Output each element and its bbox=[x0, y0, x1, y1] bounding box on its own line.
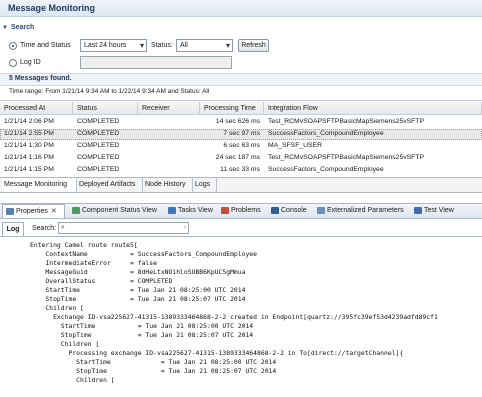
cell-processed-at: 1/21/14 2:55 PM bbox=[4, 130, 54, 137]
time-range-text: Time range: From 1/21/14 9:34 AM to 1/22… bbox=[9, 88, 210, 95]
page-title: Message Monitoring bbox=[8, 3, 96, 13]
tab-logs[interactable]: Logs bbox=[193, 178, 217, 192]
log-id-label: Log ID bbox=[20, 59, 41, 66]
cell-status: COMPLETED bbox=[77, 166, 120, 173]
monitoring-tabs: Message Monitoring Deployed Artifacts No… bbox=[0, 177, 482, 193]
cell-processing-time: 24 sec 187 ms bbox=[215, 154, 260, 161]
cell-processed-at: 1/21/14 1:15 PM bbox=[4, 166, 54, 173]
cell-integration-flow: SuccessFactors_CompoundEmployee bbox=[268, 130, 384, 137]
problems-icon bbox=[221, 206, 229, 214]
status-value: All bbox=[180, 42, 188, 49]
properties-icon bbox=[6, 207, 14, 215]
tab-console-label: Console bbox=[281, 207, 307, 214]
tab-component-status-label: Component Status View bbox=[82, 207, 157, 214]
log-line: Exchange ID-vsa225627-41315-138933346486… bbox=[30, 313, 438, 321]
cell-status: COMPLETED bbox=[77, 130, 120, 137]
log-line: StopTime = Tue Jan 21 08:25:07 UTC 2014 bbox=[30, 331, 254, 339]
tab-properties[interactable]: Properties ✕ bbox=[2, 204, 65, 218]
log-line: Processing exchange ID-vsa225627-41315-1… bbox=[30, 349, 404, 357]
table-row[interactable]: 1/21/14 2:06 PM COMPLETED 14 sec 626 ms … bbox=[0, 117, 482, 128]
column-header-status[interactable]: Status bbox=[73, 102, 138, 115]
messages-table: Processed At Status Receiver Processing … bbox=[0, 100, 482, 175]
tab-console[interactable]: Console bbox=[271, 204, 307, 218]
refresh-button[interactable]: Refresh bbox=[238, 39, 269, 52]
cell-processing-time: 7 sec 97 ms bbox=[223, 130, 260, 137]
column-header-processed-at[interactable]: Processed At bbox=[0, 102, 73, 115]
tab-log[interactable]: Log bbox=[2, 222, 24, 236]
tab-problems[interactable]: Problems bbox=[221, 204, 261, 218]
component-status-icon bbox=[72, 206, 80, 214]
cell-processed-at: 1/21/14 1:16 PM bbox=[4, 154, 54, 161]
search-section-label: Search bbox=[10, 24, 35, 31]
log-line: ContextName = SuccessFactors_CompoundEmp… bbox=[30, 250, 258, 258]
collapse-triangle-icon: ▼ bbox=[2, 25, 8, 31]
status-label: Status: bbox=[151, 42, 173, 49]
test-view-icon bbox=[414, 206, 422, 214]
cell-integration-flow: Test_RCMvSOAPSFTPBasicMapSiemens25vSFTP bbox=[268, 118, 424, 125]
log-line: OverallStatus = COMPLETED bbox=[30, 277, 173, 285]
tab-problems-label: Problems bbox=[231, 207, 261, 214]
cell-integration-flow: MA_SFSF_USER bbox=[268, 142, 323, 149]
console-icon bbox=[271, 206, 279, 214]
log-line: StartTime = Tue Jan 21 08:25:00 UTC 2014 bbox=[30, 286, 246, 294]
search-section-toggle[interactable]: ▼ Search bbox=[2, 24, 34, 31]
clear-icon[interactable]: ▫ bbox=[184, 224, 186, 231]
tab-node-history[interactable]: Node History bbox=[143, 178, 193, 192]
log-line: StopTime = Tue Jan 21 08:25:07 UTC 2014 bbox=[30, 367, 277, 375]
column-header-integration-flow[interactable]: Integration Flow bbox=[264, 102, 482, 115]
close-icon[interactable]: ✕ bbox=[51, 208, 57, 215]
tab-externalized-parameters[interactable]: Externalized Parameters bbox=[317, 204, 404, 218]
log-search-label: Search: bbox=[32, 225, 57, 232]
log-line: Entering Camel route route5[ bbox=[30, 241, 138, 249]
tab-externalized-parameters-label: Externalized Parameters bbox=[327, 207, 404, 214]
results-bar bbox=[0, 73, 482, 86]
log-line: IntermediateError = false bbox=[30, 259, 157, 267]
cell-processing-time: 14 sec 626 ms bbox=[215, 118, 260, 125]
results-count: 5 Messages found. bbox=[9, 75, 72, 82]
time-range-value: Last 24 hours bbox=[84, 42, 127, 49]
column-header-receiver[interactable]: Receiver bbox=[138, 102, 200, 115]
table-row[interactable]: 1/21/14 1:15 PM COMPLETED 11 sec 33 ms S… bbox=[0, 165, 482, 175]
table-row[interactable]: 1/21/14 2:55 PM COMPLETED 7 sec 97 ms Su… bbox=[0, 129, 482, 140]
time-range-select[interactable]: Last 24 hours bbox=[80, 39, 147, 52]
log-line: StartTime = Tue Jan 21 08:25:00 UTC 2014 bbox=[30, 358, 277, 366]
properties-tabbar: Properties ✕ Component Status View Tasks … bbox=[0, 203, 482, 219]
log-id-radio[interactable] bbox=[9, 59, 17, 67]
log-line: Children [ bbox=[30, 304, 84, 312]
tab-tasks-label: Tasks View bbox=[178, 207, 213, 214]
cell-processing-time: 6 sec 63 ms bbox=[223, 142, 260, 149]
log-line: StartTime = Tue Jan 21 08:25:00 UTC 2014 bbox=[30, 322, 254, 330]
tab-tasks-view[interactable]: Tasks View bbox=[168, 204, 213, 218]
externalized-parameters-icon bbox=[317, 206, 325, 214]
table-row[interactable]: 1/21/14 1:30 PM COMPLETED 6 sec 63 ms MA… bbox=[0, 141, 482, 152]
log-line: StopTime = Tue Jan 21 08:25:07 UTC 2014 bbox=[30, 295, 246, 303]
cell-status: COMPLETED bbox=[77, 118, 120, 125]
cell-integration-flow: SuccessFactors_CompoundEmployee bbox=[268, 166, 384, 173]
cell-processed-at: 1/21/14 1:30 PM bbox=[4, 142, 54, 149]
cell-processed-at: 1/21/14 2:06 PM bbox=[4, 118, 54, 125]
tab-deployed-artifacts[interactable]: Deployed Artifacts bbox=[77, 178, 143, 192]
time-status-radio[interactable] bbox=[9, 42, 17, 50]
tab-message-monitoring[interactable]: Message Monitoring bbox=[2, 178, 77, 192]
tab-properties-label: Properties bbox=[16, 208, 48, 215]
log-id-field[interactable] bbox=[80, 56, 232, 69]
log-search-input[interactable]: ⌕ ▫ bbox=[58, 222, 189, 234]
column-header-processing-time[interactable]: Processing Time bbox=[200, 102, 264, 115]
time-status-label: Time and Status bbox=[20, 42, 71, 49]
cell-status: COMPLETED bbox=[77, 154, 120, 161]
status-select[interactable]: All bbox=[176, 39, 233, 52]
tab-test-view[interactable]: Test View bbox=[414, 204, 454, 218]
cell-integration-flow: Test_RCMvSOAPSFTPBasicMapSiemens25vSFTP bbox=[268, 154, 424, 161]
cell-status: COMPLETED bbox=[77, 142, 120, 149]
log-line: Children [ bbox=[30, 376, 115, 384]
log-line: Children [ bbox=[30, 340, 100, 348]
log-output: Entering Camel route route5[ ContextName… bbox=[0, 236, 482, 397]
cell-processing-time: 11 sec 33 ms bbox=[220, 166, 260, 173]
tab-test-view-label: Test View bbox=[424, 207, 454, 214]
log-line: MessageGuid = 8dHeLtxNOihloSUBB6KpUC5gMm… bbox=[30, 268, 246, 276]
tab-component-status-view[interactable]: Component Status View bbox=[72, 204, 157, 218]
table-row[interactable]: 1/21/14 1:16 PM COMPLETED 24 sec 187 ms … bbox=[0, 153, 482, 164]
search-icon: ⌕ bbox=[61, 224, 65, 231]
tasks-icon bbox=[168, 206, 176, 214]
